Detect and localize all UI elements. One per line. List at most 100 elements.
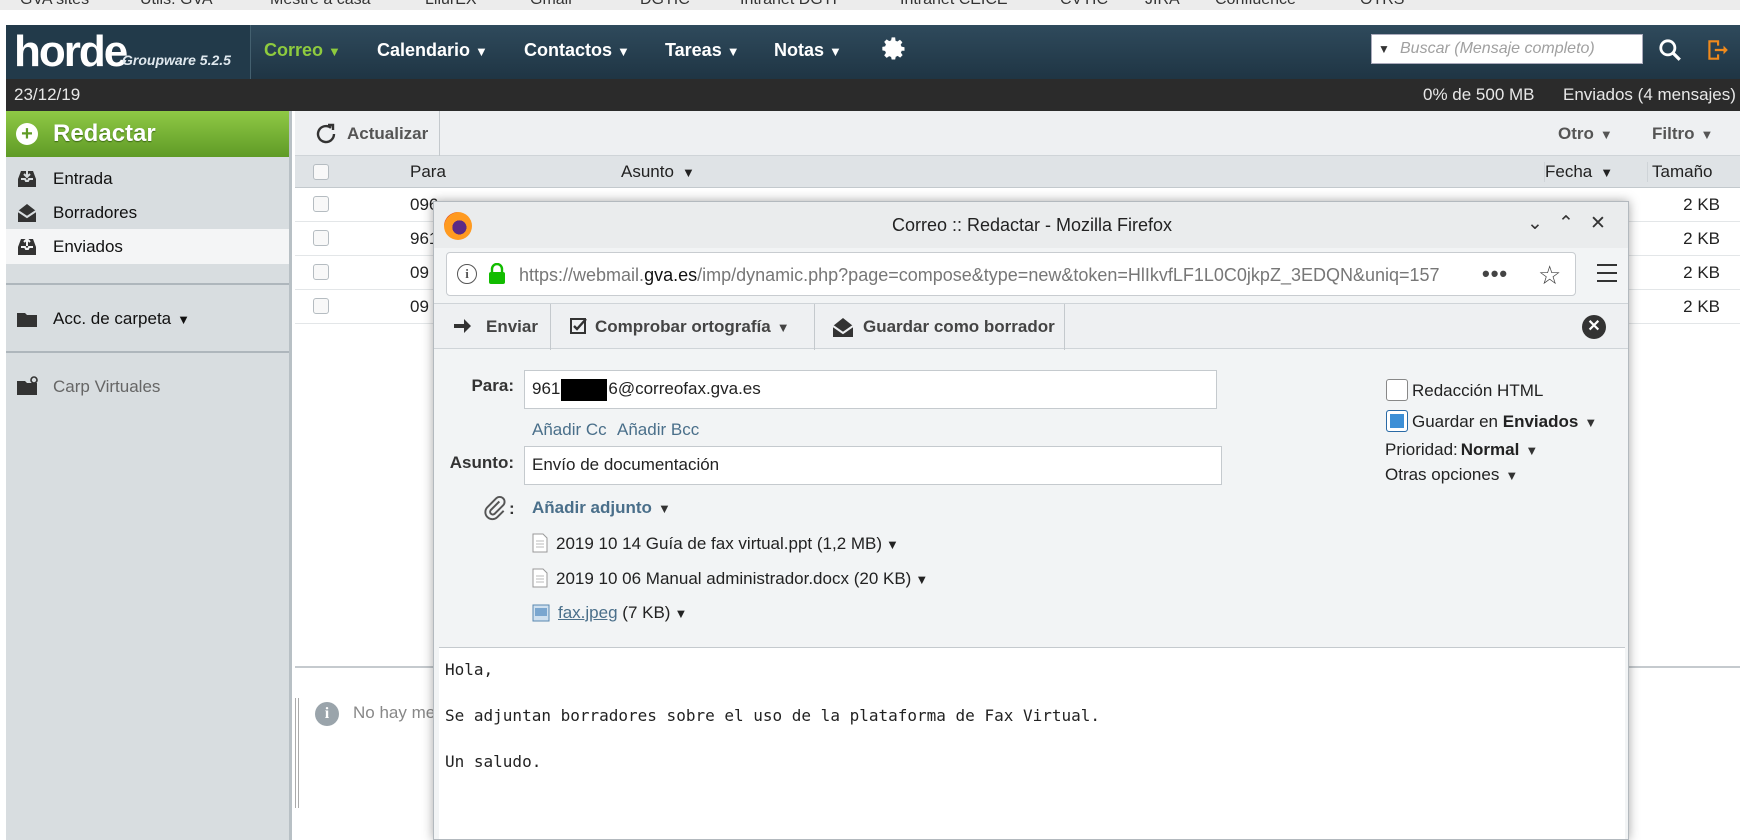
column-size[interactable]: Tamaño: [1647, 162, 1712, 182]
folder-label: Entrada: [53, 169, 113, 188]
search-input[interactable]: [1398, 37, 1638, 61]
bookmark-item[interactable]: LliurEX: [425, 0, 477, 9]
row-size: 2 KB: [1683, 195, 1720, 214]
document-icon: [532, 533, 548, 553]
chevron-down-icon: ▼: [1525, 443, 1539, 458]
product-version: Groupware 5.2.5: [122, 52, 231, 68]
chevron-down-icon: ▼: [829, 44, 842, 59]
minimize-icon[interactable]: ⌄: [1524, 212, 1546, 236]
paperclip-icon: [484, 495, 506, 521]
redacted-block: [561, 378, 608, 401]
maximize-icon[interactable]: ⌃: [1555, 212, 1577, 236]
search-scope-dropdown-icon[interactable]: ▼: [1378, 42, 1390, 56]
chevron-down-icon[interactable]: ▼: [674, 606, 687, 621]
close-compose-icon[interactable]: ✕: [1582, 315, 1606, 339]
bookmark-item[interactable]: Confluence: [1215, 0, 1296, 9]
top-navigation: horde Groupware 5.2.5 Correo ▼ Calendario…: [6, 25, 1740, 79]
send-button[interactable]: Enviar: [434, 304, 551, 350]
bookmark-item[interactable]: JIRA: [1145, 0, 1180, 9]
status-bar: 23/12/19 0% de 500 MB Enviados (4 mensaj…: [6, 79, 1740, 111]
menu-correo[interactable]: Correo ▼: [264, 40, 341, 61]
save-draft-button[interactable]: Guardar como borrador: [815, 304, 1065, 350]
bookmark-item[interactable]: OTRS: [1360, 0, 1404, 9]
sidebar-item-borradores[interactable]: Borradores: [6, 195, 289, 230]
bookmark-item[interactable]: CVTIC: [1060, 0, 1108, 9]
virtual-folders-label: Carp Virtuales: [53, 377, 161, 396]
chevron-down-icon: ▼: [1700, 127, 1714, 142]
menu-calendario[interactable]: Calendario ▼: [377, 40, 488, 61]
add-cc-link[interactable]: Añadir Cc: [532, 420, 607, 440]
menu-tareas[interactable]: Tareas ▼: [665, 40, 740, 61]
add-attachment-button[interactable]: Añadir adjunto ▼: [532, 498, 671, 518]
bookmark-item[interactable]: Mestre a casa: [270, 0, 370, 9]
sidebar-item-enviados[interactable]: Enviados: [6, 229, 289, 264]
column-to[interactable]: Para: [410, 162, 446, 182]
row-checkbox[interactable]: [313, 264, 329, 280]
save-sent-option[interactable]: Guardar en Enviados ▼: [1412, 412, 1597, 432]
bookmark-item[interactable]: Intranet CEICE: [900, 0, 1008, 9]
horde-logo[interactable]: horde Groupware 5.2.5: [6, 25, 251, 79]
refresh-button[interactable]: Actualizar: [295, 111, 440, 156]
spellcheck-button[interactable]: Comprobar ortografía ▼: [551, 304, 815, 350]
bookmark-item[interactable]: GVA sites: [20, 0, 89, 9]
send-label: Enviar: [486, 317, 538, 336]
window-titlebar[interactable]: Correo :: Redactar - Mozilla Firefox ⌄ ⌃…: [434, 202, 1628, 248]
row-checkbox[interactable]: [313, 298, 329, 314]
chevron-down-icon[interactable]: ▼: [886, 537, 899, 552]
column-date[interactable]: Fecha ▼: [1544, 162, 1613, 182]
lock-icon[interactable]: [487, 263, 507, 285]
menu-notas[interactable]: Notas ▼: [774, 40, 842, 61]
folder-actions-menu[interactable]: Acc. de carpeta ▼: [6, 301, 289, 336]
bookmark-item[interactable]: Gmail: [530, 0, 572, 9]
row-checkbox[interactable]: [313, 230, 329, 246]
close-icon[interactable]: ✕: [1587, 212, 1609, 236]
spellcheck-label: Comprobar ortografía ▼: [595, 317, 790, 336]
menu-contactos[interactable]: Contactos ▼: [524, 40, 630, 61]
url-text[interactable]: https://webmail.gva.es/imp/dynamic.php?p…: [519, 265, 1519, 286]
html-compose-checkbox[interactable]: [1386, 379, 1408, 401]
compose-button[interactable]: + Redactar: [6, 111, 289, 157]
pane-resize-handle[interactable]: [295, 698, 299, 808]
attachment-item[interactable]: 2019 10 14 Guía de fax virtual.ppt (1,2 …: [532, 533, 899, 554]
priority-option[interactable]: Prioridad: Normal ▼: [1385, 440, 1538, 460]
other-options[interactable]: Otras opciones ▼: [1385, 465, 1518, 485]
mail-list-header: Para Asunto ▼ Fecha ▼ Tamaño: [295, 156, 1740, 188]
plus-icon: +: [16, 123, 38, 145]
bookmark-item[interactable]: Utils. GVA: [140, 0, 213, 9]
logout-icon[interactable]: [1704, 37, 1730, 63]
page-actions-icon[interactable]: •••: [1482, 261, 1508, 287]
column-subject[interactable]: Asunto ▼: [621, 162, 695, 182]
bookmark-item[interactable]: DGTIC: [640, 0, 690, 9]
subject-label: Asunto:: [449, 453, 514, 472]
browser-bookmarks-bar: GVA sites Utils. GVA Mestre a casa Lliur…: [0, 0, 1740, 10]
address-bar[interactable]: i https://webmail.gva.es/imp/dynamic.php…: [446, 252, 1576, 296]
attachment-item[interactable]: fax.jpeg (7 KB) ▼: [532, 603, 687, 623]
sidebar-item-entrada[interactable]: Entrada: [6, 161, 289, 196]
bookmark-star-icon[interactable]: ☆: [1538, 260, 1561, 291]
chevron-down-icon: ▼: [1584, 415, 1598, 430]
save-sent-checkbox[interactable]: [1386, 410, 1408, 432]
hamburger-menu-icon[interactable]: [1597, 264, 1617, 288]
folder-info: Enviados (4 mensajes): [1563, 85, 1736, 104]
site-info-icon[interactable]: i: [457, 264, 477, 284]
row-size: 2 KB: [1683, 263, 1720, 282]
other-menu[interactable]: Otro ▼: [1558, 124, 1613, 144]
attach-colon: :: [509, 499, 515, 518]
message-body-editor[interactable]: Hola, Se adjuntan borradores sobre el us…: [439, 647, 1625, 839]
search-box[interactable]: ▼: [1371, 34, 1643, 64]
filter-menu[interactable]: Filtro ▼: [1652, 124, 1713, 144]
select-all-checkbox[interactable]: [313, 164, 329, 180]
attachment-item[interactable]: 2019 10 06 Manual administrador.docx (20…: [532, 568, 928, 589]
spellcheck-icon: [570, 318, 587, 334]
to-field[interactable]: 961 6@correofax.gva.es: [524, 370, 1217, 409]
chevron-down-icon[interactable]: ▼: [915, 572, 928, 587]
gear-icon[interactable]: [880, 35, 908, 63]
attachment-link[interactable]: fax.jpeg: [558, 603, 618, 622]
search-icon[interactable]: [1657, 37, 1683, 63]
folder-label: Borradores: [53, 203, 138, 222]
bookmark-item[interactable]: Intranet DGTI: [740, 0, 837, 9]
sidebar-item-virtual-folders[interactable]: Carp Virtuales: [6, 369, 289, 404]
row-checkbox[interactable]: [313, 196, 329, 212]
subject-field[interactable]: Envío de documentación: [524, 446, 1222, 485]
add-bcc-link[interactable]: Añadir Bcc: [617, 420, 699, 440]
